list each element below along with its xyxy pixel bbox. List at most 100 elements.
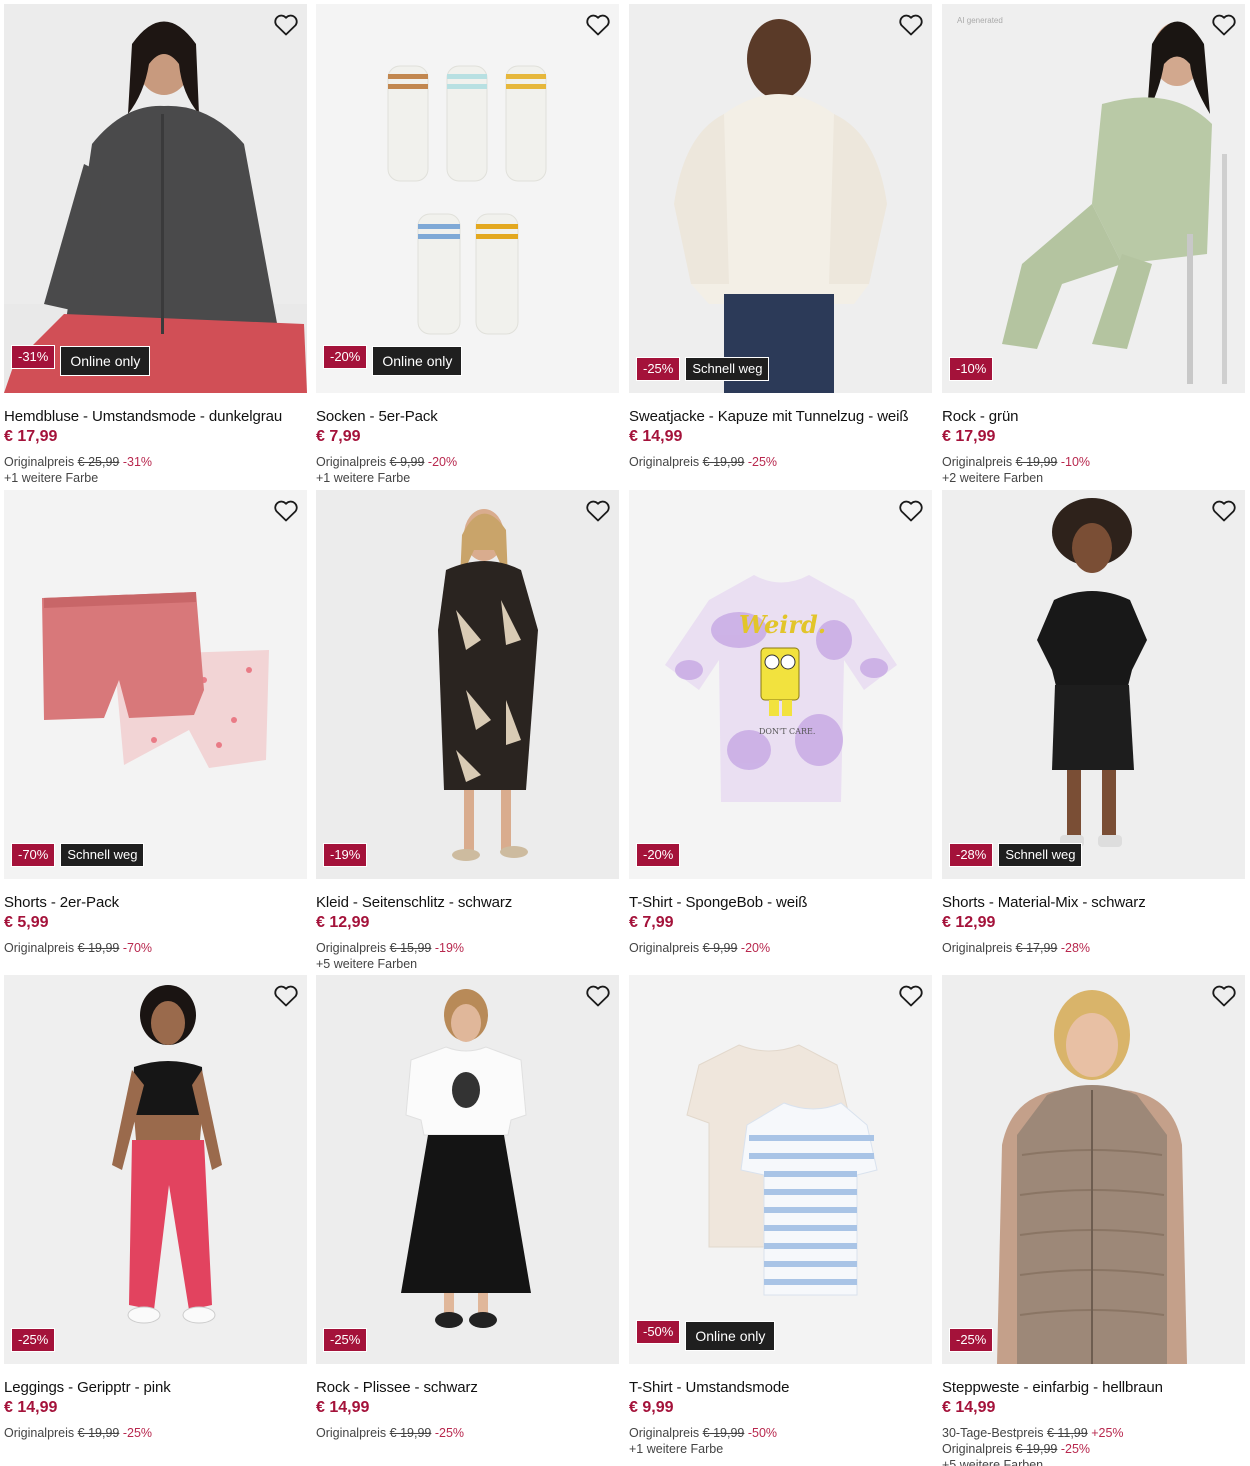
discount-badge: -20% bbox=[323, 345, 368, 369]
more-colors[interactable]: +1 weitere Farbe bbox=[316, 470, 619, 486]
heart-icon[interactable] bbox=[898, 984, 924, 1008]
original-price-label: Originalpreis bbox=[629, 941, 700, 955]
product-image[interactable]: -28% Schnell weg bbox=[942, 490, 1245, 879]
product-title[interactable]: Rock - grün bbox=[942, 408, 1245, 426]
discount-badge: -25% bbox=[949, 1328, 994, 1352]
badge-group: -70% Schnell weg bbox=[11, 843, 145, 867]
product-title[interactable]: Socken - 5er-Pack bbox=[316, 408, 619, 426]
product-card[interactable]: -50% Online only T-Shirt - Umstandsmode … bbox=[629, 975, 932, 1457]
product-price: € 5,99 bbox=[4, 914, 49, 931]
product-image[interactable]: AI generated -10% bbox=[942, 4, 1245, 393]
heart-icon[interactable] bbox=[1211, 984, 1237, 1008]
product-card[interactable]: Weird. DON'T CARE. -20% T-Shirt - Sponge… bbox=[629, 490, 932, 956]
more-colors[interactable]: +5 weitere Farben bbox=[942, 1457, 1245, 1466]
product-image[interactable]: Weird. DON'T CARE. -20% bbox=[629, 490, 932, 879]
heart-icon[interactable] bbox=[1211, 13, 1237, 37]
product-image[interactable]: -25% bbox=[4, 975, 307, 1364]
heart-icon[interactable] bbox=[898, 499, 924, 523]
product-image[interactable]: -20% Online only bbox=[316, 4, 619, 393]
product-image[interactable]: -25% bbox=[942, 975, 1245, 1364]
heart-icon[interactable] bbox=[273, 499, 299, 523]
product-card[interactable]: -20% Online only Socken - 5er-Pack € 7,9… bbox=[316, 4, 619, 486]
product-info: T-Shirt - Umstandsmode € 9,99 Originalpr… bbox=[629, 1364, 932, 1457]
product-price: € 7,99 bbox=[316, 428, 361, 445]
product-photo bbox=[4, 490, 307, 879]
original-discount: -25% bbox=[434, 1426, 465, 1440]
badge-group: -20% Online only bbox=[323, 345, 463, 377]
discount-badge: -25% bbox=[636, 357, 681, 381]
print-text-dont-care: DON'T CARE. bbox=[759, 727, 816, 736]
product-card[interactable]: -28% Schnell weg Shorts - Material-Mix -… bbox=[942, 490, 1245, 956]
product-title[interactable]: T-Shirt - SpongeBob - weiß bbox=[629, 894, 932, 912]
badge-group: -25% Schnell weg bbox=[636, 357, 770, 381]
product-title[interactable]: Kleid - Seitenschlitz - schwarz bbox=[316, 894, 619, 912]
product-title[interactable]: Steppweste - einfarbig - hellbraun bbox=[942, 1379, 1245, 1397]
heart-icon[interactable] bbox=[273, 13, 299, 37]
original-price-label: Originalpreis bbox=[316, 1426, 387, 1440]
product-title[interactable]: Leggings - Geripptr - pink bbox=[4, 1379, 307, 1397]
more-colors[interactable]: +1 weitere Farbe bbox=[629, 1441, 932, 1457]
heart-icon[interactable] bbox=[585, 499, 611, 523]
badge-group: -25% bbox=[11, 1328, 56, 1352]
more-colors[interactable]: +5 weitere Farben bbox=[316, 956, 619, 972]
original-price-line: Originalpreis € 19,99 -25% bbox=[4, 1425, 307, 1441]
discount-badge: -31% bbox=[11, 345, 56, 369]
product-card[interactable]: -19% Kleid - Seitenschlitz - schwarz € 1… bbox=[316, 490, 619, 972]
original-price: € 25,99 bbox=[77, 455, 120, 469]
product-photo bbox=[629, 975, 932, 1364]
product-card[interactable]: -25% Leggings - Geripptr - pink € 14,99 … bbox=[4, 975, 307, 1441]
product-title[interactable]: Shorts - 2er-Pack bbox=[4, 894, 307, 912]
heart-icon[interactable] bbox=[585, 984, 611, 1008]
original-discount: -50% bbox=[747, 1426, 778, 1440]
product-image[interactable]: -19% bbox=[316, 490, 619, 879]
original-discount: -70% bbox=[122, 941, 153, 955]
heart-icon[interactable] bbox=[585, 13, 611, 37]
product-title[interactable]: Rock - Plissee - schwarz bbox=[316, 1379, 619, 1397]
product-card[interactable]: -25% Rock - Plissee - schwarz € 14,99 Or… bbox=[316, 975, 619, 1441]
product-price: € 14,99 bbox=[942, 1399, 996, 1416]
more-colors[interactable]: +1 weitere Farbe bbox=[4, 470, 307, 486]
original-price: € 19,99 bbox=[1015, 1442, 1058, 1456]
heart-icon[interactable] bbox=[898, 13, 924, 37]
product-image[interactable]: -70% Schnell weg bbox=[4, 490, 307, 879]
product-card[interactable]: -31% Online only Hemdbluse - Umstandsmod… bbox=[4, 4, 307, 486]
original-price-label: Originalpreis bbox=[942, 941, 1013, 955]
original-price-line: Originalpreis € 17,99 -28% bbox=[942, 940, 1245, 956]
product-card[interactable]: -70% Schnell weg Shorts - 2er-Pack € 5,9… bbox=[4, 490, 307, 956]
original-discount: -28% bbox=[1060, 941, 1091, 955]
product-title[interactable]: T-Shirt - Umstandsmode bbox=[629, 1379, 932, 1397]
product-card[interactable]: -25% Schnell weg Sweatjacke - Kapuze mit… bbox=[629, 4, 932, 470]
original-discount: -19% bbox=[434, 941, 465, 955]
product-card[interactable]: -25% Steppweste - einfarbig - hellbraun … bbox=[942, 975, 1245, 1466]
badge-group: -50% Online only bbox=[636, 1320, 776, 1352]
original-price: € 17,99 bbox=[1015, 941, 1058, 955]
product-image[interactable]: -25% Schnell weg bbox=[629, 4, 932, 393]
heart-icon[interactable] bbox=[1211, 499, 1237, 523]
product-grid: -31% Online only Hemdbluse - Umstandsmod… bbox=[0, 0, 1250, 1466]
original-price: € 9,99 bbox=[389, 455, 425, 469]
product-title[interactable]: Shorts - Material-Mix - schwarz bbox=[942, 894, 1245, 912]
product-card[interactable]: AI generated -10% Rock - grün € 17,99 Or… bbox=[942, 4, 1245, 486]
original-price: € 9,99 bbox=[702, 941, 738, 955]
original-price-label: Originalpreis bbox=[316, 941, 387, 955]
discount-badge: -50% bbox=[636, 1320, 681, 1344]
product-info: T-Shirt - SpongeBob - weiß € 7,99 Origin… bbox=[629, 879, 932, 956]
badge-group: -20% bbox=[636, 843, 681, 867]
discount-badge: -19% bbox=[323, 843, 368, 867]
more-colors[interactable]: +2 weitere Farben bbox=[942, 470, 1245, 486]
product-price: € 7,99 bbox=[629, 914, 674, 931]
schnell-weg-badge: Schnell weg bbox=[60, 843, 145, 867]
product-photo bbox=[629, 4, 932, 393]
product-title[interactable]: Sweatjacke - Kapuze mit Tunnelzug - weiß bbox=[629, 408, 932, 426]
product-title[interactable]: Hemdbluse - Umstandsmode - dunkelgrau bbox=[4, 408, 307, 426]
heart-icon[interactable] bbox=[273, 984, 299, 1008]
original-price-line: Originalpreis € 19,99 -50% bbox=[629, 1425, 932, 1441]
discount-badge: -25% bbox=[323, 1328, 368, 1352]
product-image[interactable]: -31% Online only bbox=[4, 4, 307, 393]
product-price: € 12,99 bbox=[316, 914, 370, 931]
product-image[interactable]: -25% bbox=[316, 975, 619, 1364]
original-discount: -31% bbox=[122, 455, 153, 469]
product-photo bbox=[942, 975, 1245, 1364]
original-price-line: Originalpreis € 19,99 -25% bbox=[942, 1441, 1245, 1457]
product-image[interactable]: -50% Online only bbox=[629, 975, 932, 1364]
